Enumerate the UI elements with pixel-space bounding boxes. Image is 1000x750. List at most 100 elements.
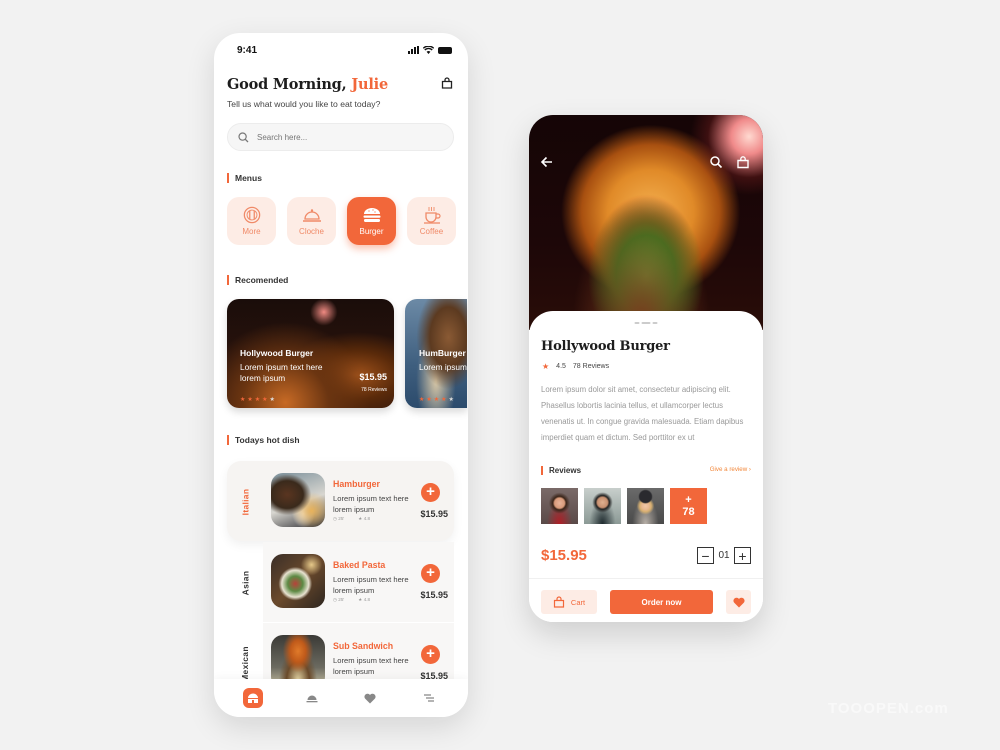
back-arrow-icon[interactable] (540, 155, 554, 169)
menu-icon (423, 694, 434, 702)
star-icon: ★ (542, 362, 550, 371)
tab-menu[interactable] (419, 688, 439, 708)
recommended-section-title: Recomended (227, 275, 288, 285)
drag-handle[interactable] (634, 322, 658, 324)
recommended-title: HumBurger (419, 348, 466, 358)
dish-name: Baked Pasta (333, 560, 386, 570)
dish-meta: ◷ 25' ★ 4.8 (333, 597, 370, 603)
shopping-bag-icon (553, 596, 565, 608)
decrease-quantity-button[interactable]: − (697, 547, 714, 564)
reviews-count: 78 Reviews (572, 363, 610, 370)
dish-meta: ◷ 25' ★ 4.8 (333, 516, 370, 522)
search-bar[interactable] (227, 123, 454, 151)
avatar[interactable] (541, 488, 578, 524)
dish-image (271, 554, 325, 608)
tab-favorites[interactable] (360, 688, 380, 708)
more-reviewers-button[interactable]: + 78 (670, 488, 707, 524)
hot-dish-list: Italian Hamburger Lorem ipsum text here … (227, 461, 454, 704)
clock-icon: ◷ 25' (333, 597, 345, 602)
dish-price: $15.95 (420, 509, 448, 519)
cloche-icon (302, 209, 321, 222)
heart-icon (732, 597, 745, 607)
hot-dish-section-title: Todays hot dish (227, 435, 300, 445)
recommended-card[interactable]: Hollywood Burger Lorem ipsum text here l… (227, 299, 394, 408)
signal-icon (408, 46, 419, 54)
hot-dish-item[interactable]: Italian Hamburger Lorem ipsum text here … (227, 461, 454, 542)
greeting-subtitle: Tell us what would you like to eat today… (227, 99, 381, 109)
heart-icon (364, 693, 376, 703)
dish-price: $15.95 (420, 590, 448, 600)
shopping-bag-icon[interactable] (736, 155, 750, 169)
give-review-link[interactable]: Give a review › (710, 466, 751, 473)
menu-categories: More Cloche Burger Coffee (227, 197, 456, 245)
product-rating: ★ 4.5 78 Reviews (542, 362, 609, 371)
cart-button[interactable]: Cart (541, 590, 597, 614)
recommended-reviews: 78 Reviews (361, 387, 387, 393)
product-price: $15.95 (541, 547, 587, 564)
add-button[interactable]: + (421, 645, 440, 664)
add-button[interactable]: + (421, 564, 440, 583)
product-description: Lorem ipsum dolor sit amet, consectetur … (541, 385, 744, 442)
avatar[interactable] (584, 488, 621, 524)
recommended-price: $15.95 (359, 372, 387, 382)
hot-dish-item[interactable]: Asian Baked Pasta Lorem ipsum text here … (227, 542, 454, 623)
avatar[interactable] (627, 488, 664, 524)
recommended-desc: Lorem ipsum lorem ipsum (419, 362, 467, 372)
clock-icon: ◷ 25' (333, 516, 345, 521)
quantity-stepper: − 01 + (697, 547, 751, 564)
recommended-carousel[interactable]: Hollywood Burger Lorem ipsum text here l… (227, 299, 467, 408)
add-button[interactable]: + (421, 483, 440, 502)
product-sheet: Hollywood Burger ★ 4.5 78 Reviews Lorem … (529, 311, 763, 622)
recommended-card[interactable]: HumBurger Lorem ipsum lorem ipsum ★★★★★ (405, 299, 467, 408)
burger-icon (363, 208, 380, 222)
home-screen: 9:41 Good Morning, Julie Tell us what wo… (214, 33, 468, 717)
order-now-button[interactable]: Order now (610, 590, 713, 614)
cloche-icon (306, 695, 318, 703)
status-time: 9:41 (237, 44, 258, 56)
detail-screen: Hollywood Burger ★ 4.5 78 Reviews Lorem … (529, 115, 763, 622)
search-icon[interactable] (709, 155, 723, 169)
dish-image (271, 473, 325, 527)
user-name: Julie (351, 76, 388, 93)
star-icon: ★ 4.8 (358, 597, 371, 602)
category-tab-italian[interactable]: Italian (227, 461, 263, 542)
home-icon (248, 693, 259, 703)
plate-cutlery-icon (243, 206, 260, 224)
menus-section-title: Menus (227, 173, 262, 183)
dish-desc: Lorem ipsum text here lorem ipsum (333, 575, 409, 595)
dish-name: Hamburger (333, 479, 380, 489)
star-icon: ★ 4.8 (358, 516, 371, 521)
tab-home[interactable] (243, 688, 264, 708)
search-icon (238, 131, 249, 142)
menu-item-coffee[interactable]: Coffee (407, 197, 456, 245)
increase-quantity-button[interactable]: + (734, 547, 751, 564)
reviews-title: Reviews (541, 466, 581, 475)
star-rating: ★★★★★ (419, 397, 456, 403)
dish-desc: Lorem ipsum text here lorem ipsum (333, 656, 409, 676)
menu-item-more[interactable]: More (227, 197, 276, 245)
menu-item-cloche[interactable]: Cloche (287, 197, 336, 245)
recommended-desc: Lorem ipsum text here lorem ipsum (240, 362, 323, 383)
favorite-button[interactable] (726, 590, 751, 614)
shopping-bag-icon[interactable] (441, 77, 453, 89)
action-bar: Cart Order now (529, 578, 763, 622)
wifi-icon (423, 46, 434, 54)
search-input[interactable] (257, 132, 427, 142)
star-rating: ★★★★★ (240, 397, 277, 403)
battery-icon (438, 46, 452, 54)
bottom-tab-bar (214, 679, 468, 717)
rating-value: 4.5 (556, 363, 566, 370)
recommended-title: Hollywood Burger (240, 348, 314, 358)
watermark: TOOOPEN.com (828, 700, 949, 717)
quantity-value: 01 (718, 550, 730, 561)
reviewer-avatars: + 78 (541, 488, 707, 524)
tab-orders[interactable] (302, 688, 322, 708)
category-tab-asian[interactable]: Asian (227, 542, 263, 623)
coffee-icon (423, 207, 441, 224)
dish-name: Sub Sandwich (333, 641, 394, 651)
greeting: Good Morning, Julie (227, 76, 388, 93)
status-bar: 9:41 (237, 43, 452, 57)
menu-item-burger[interactable]: Burger (347, 197, 396, 245)
burger-hero-image (529, 115, 763, 330)
product-title: Hollywood Burger (541, 339, 670, 354)
